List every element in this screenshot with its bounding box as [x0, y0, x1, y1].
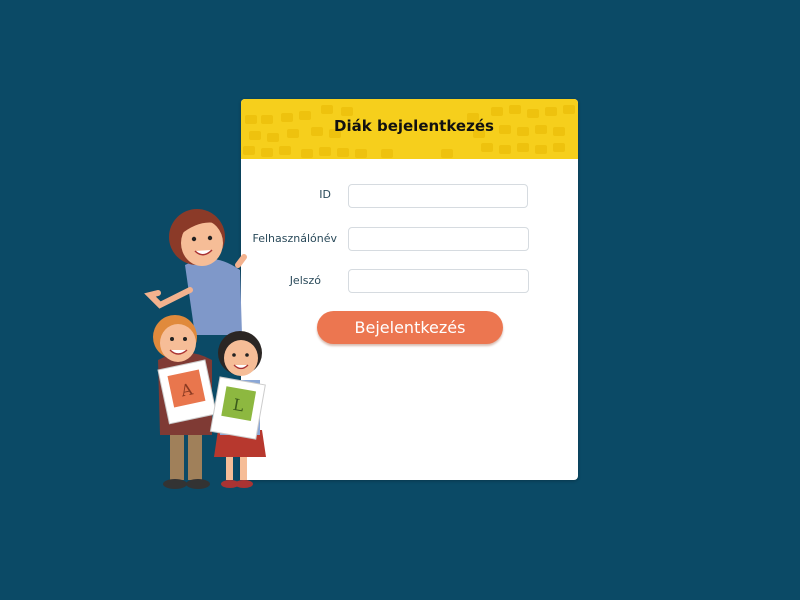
- teacher-figure: [144, 209, 247, 335]
- login-card: Diák bejelentkezés ID Felhasználónév Jel…: [241, 99, 578, 480]
- login-button[interactable]: Bejelentkezés: [317, 311, 503, 344]
- password-input[interactable]: [348, 269, 529, 293]
- card-title: Diák bejelentkezés: [334, 117, 494, 135]
- username-input[interactable]: [348, 227, 529, 251]
- card-header: Diák bejelentkezés: [241, 99, 578, 159]
- password-label: Jelszó: [289, 274, 321, 287]
- id-label: ID: [319, 188, 331, 201]
- letter-card-l: L: [209, 376, 266, 440]
- id-input[interactable]: [348, 184, 528, 208]
- family-illustration: A L: [144, 209, 266, 489]
